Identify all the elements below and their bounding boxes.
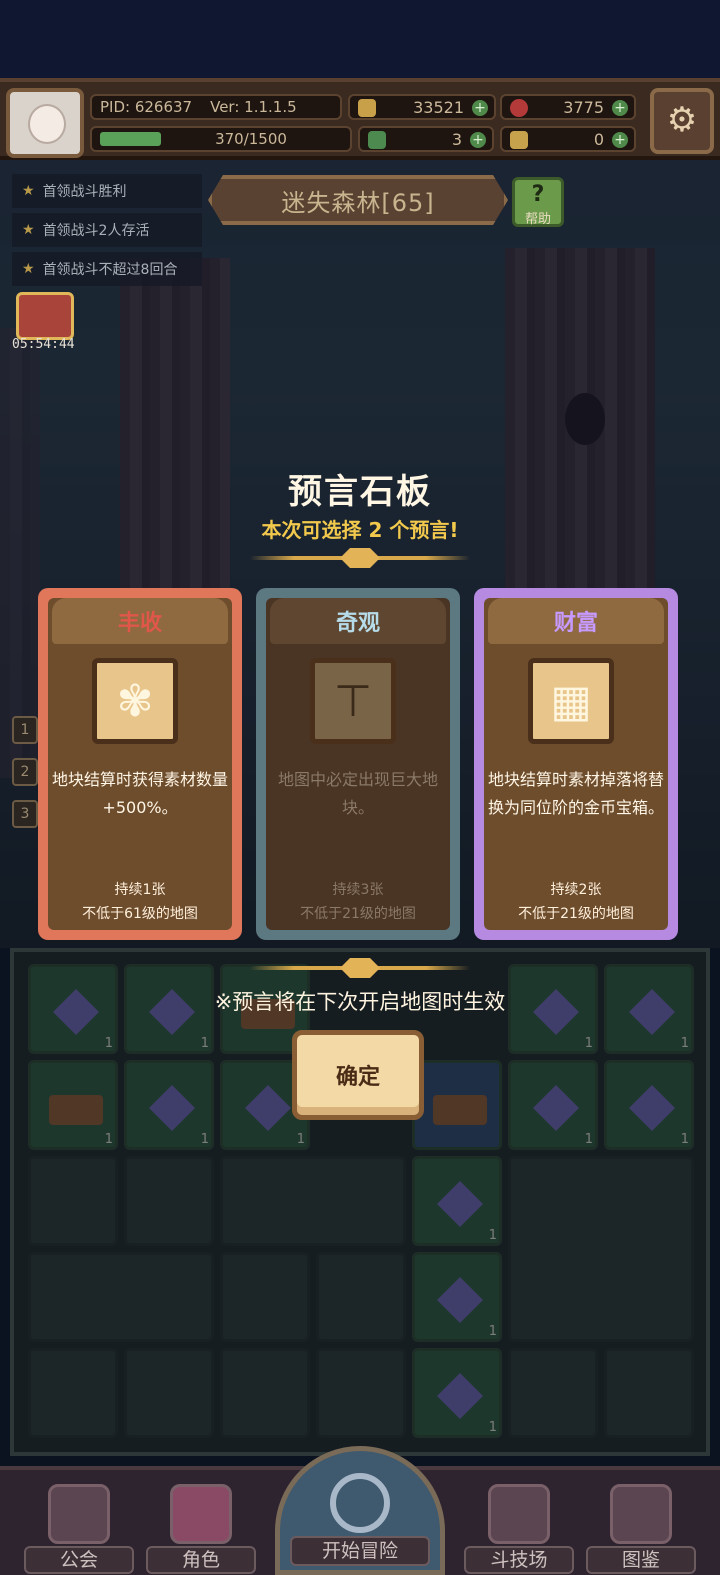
magnifier-icon	[330, 1473, 390, 1533]
prophecy-card-wonder[interactable]: 奇观 ⊤ 地图中必定出现巨大地块。 持续3张 不低于21级的地图	[256, 588, 460, 940]
boss-objectives: ★ 首领战斗胜利 ★ 首领战斗2人存活 ★ 首领战斗不超过8回合	[12, 174, 202, 291]
board-dim-overlay	[10, 948, 710, 1456]
add-gem-icon[interactable]: +	[612, 100, 628, 116]
card-title: 财富	[488, 598, 664, 644]
harvest-wheat-icon: ✾	[92, 658, 178, 744]
nav-codex[interactable]: 图鉴	[586, 1478, 696, 1574]
nav-label: 开始冒险	[290, 1536, 430, 1566]
nav-character[interactable]: 角色	[146, 1478, 256, 1574]
card-description: 地块结算时素材掉落将替换为同位阶的金币宝箱。	[488, 770, 665, 817]
objective-text: 首领战斗2人存活	[42, 223, 150, 239]
nav-label: 斗技场	[464, 1546, 574, 1574]
ornament-divider	[250, 958, 470, 978]
gem-value: 3775	[563, 97, 604, 117]
nav-arena[interactable]: 斗技场	[464, 1478, 574, 1574]
player-id: PID: 626637	[100, 98, 193, 116]
gold-value: 33521	[413, 97, 464, 117]
nav-label: 图鉴	[586, 1546, 696, 1574]
signpost-icon: ⊤	[310, 658, 396, 744]
star-icon: ★	[22, 261, 35, 277]
gold-counter[interactable]: 33521 +	[348, 94, 496, 120]
guild-house-icon	[48, 1484, 110, 1544]
chest-timer: 05:54:44	[12, 337, 75, 352]
prophecy-card-harvest[interactable]: 丰收 ✾ 地块结算时获得素材数量+500%。 持续1张 不低于61级的地图	[38, 588, 242, 940]
character-icon	[170, 1484, 232, 1544]
settings-gear-icon[interactable]: ⚙	[650, 88, 714, 154]
ornament-divider	[250, 548, 470, 568]
card-duration-text: 持续2张	[550, 882, 602, 898]
objective-text: 首领战斗不超过8回合	[42, 262, 178, 278]
clover-counter[interactable]: 3 +	[358, 126, 494, 152]
clover-value: 3	[451, 129, 462, 149]
card-title: 奇观	[270, 598, 446, 644]
star-icon: ★	[22, 222, 35, 238]
nav-label: 公会	[24, 1546, 134, 1574]
player-avatar[interactable]	[6, 88, 84, 158]
dialog-subtitle: 本次可选择 2 个预言!	[261, 518, 459, 542]
add-key-icon[interactable]: +	[612, 132, 628, 148]
dialog-title: 预言石板	[288, 472, 432, 512]
card-title: 丰收	[52, 598, 228, 644]
party-slot[interactable]: 3	[12, 800, 38, 828]
help-label[interactable]: 帮助	[512, 208, 564, 227]
dialog-notice: ※预言将在下次开启地图时生效	[214, 990, 506, 1014]
location-banner: 迷失森林[65]	[208, 175, 508, 225]
card-duration-text: 持续3张	[332, 882, 384, 898]
objective-item: ★ 首领战斗2人存活	[12, 213, 202, 247]
confirm-button[interactable]: 确定	[292, 1030, 424, 1120]
card-requirement: 不低于21级的地图	[518, 906, 634, 922]
book-icon	[610, 1484, 672, 1544]
card-description: 地块结算时获得素材数量+500%。	[52, 770, 229, 817]
player-info-bar: PID: 626637 Ver: 1.1.1.5	[90, 94, 342, 120]
gem-counter[interactable]: 3775 +	[500, 94, 636, 120]
card-duration: 持续1张 不低于61级的地图	[38, 878, 242, 926]
experience-fill	[100, 132, 161, 146]
objective-text: 首领战斗胜利	[42, 184, 127, 200]
crossed-swords-icon	[488, 1484, 550, 1544]
experience-value: 370/1500	[215, 130, 287, 148]
nav-guild[interactable]: 公会	[24, 1478, 134, 1574]
party-slot[interactable]: 2	[12, 758, 38, 786]
top-header: PID: 626637 Ver: 1.1.1.5 33521 + 3775 + …	[0, 78, 720, 160]
card-duration: 持续2张 不低于21级的地图	[474, 878, 678, 926]
status-bar-area	[0, 0, 720, 78]
objective-item: ★ 首领战斗胜利	[12, 174, 202, 208]
card-duration-text: 持续1张	[114, 882, 166, 898]
gift-chest-icon[interactable]	[16, 292, 74, 340]
key-value: 0	[593, 129, 604, 149]
red-gem-icon	[510, 99, 528, 117]
avatar-face	[28, 104, 66, 144]
add-clover-icon[interactable]: +	[470, 132, 486, 148]
add-gold-icon[interactable]: +	[472, 100, 488, 116]
experience-bar: 370/1500	[90, 126, 352, 152]
star-icon: ★	[22, 183, 35, 199]
objective-item: ★ 首领战斗不超过8回合	[12, 252, 202, 286]
nav-label: 角色	[146, 1546, 256, 1574]
card-description: 地图中必定出现巨大地块。	[277, 770, 438, 817]
key-counter[interactable]: 0 +	[500, 126, 636, 152]
gold-bars-icon: ▦	[528, 658, 614, 744]
gold-coin-icon	[358, 99, 376, 117]
clover-icon	[368, 131, 386, 149]
party-slot[interactable]: 1	[12, 716, 38, 744]
card-requirement: 不低于21级的地图	[300, 906, 416, 922]
prophecy-card-wealth[interactable]: 财富 ▦ 地块结算时素材掉落将替换为同位阶的金币宝箱。 持续2张 不低于21级的…	[474, 588, 678, 940]
key-icon	[510, 131, 528, 149]
card-requirement: 不低于61级的地图	[82, 906, 198, 922]
card-duration: 持续3张 不低于21级的地图	[256, 878, 460, 926]
game-version: Ver: 1.1.1.5	[210, 98, 297, 116]
